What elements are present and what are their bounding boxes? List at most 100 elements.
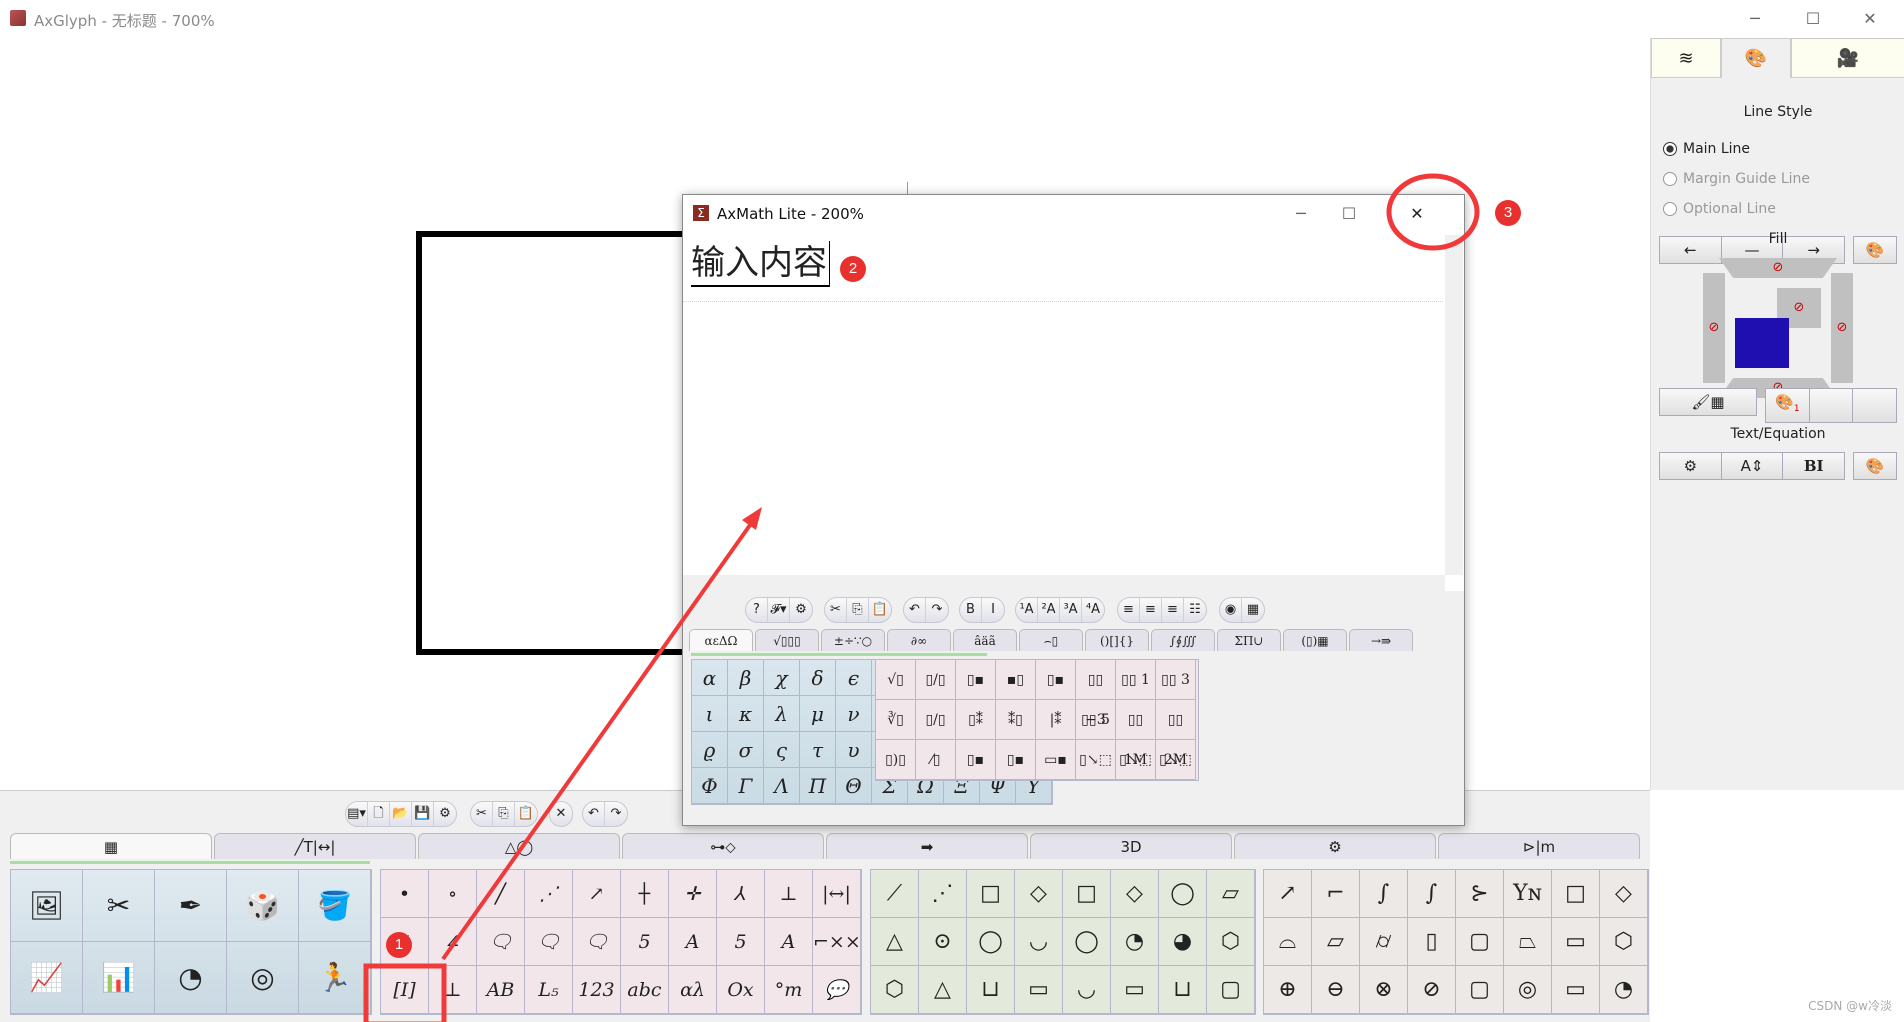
shapes1-item[interactable]: ◕ [1159,918,1207,966]
shapes2-item[interactable]: ⌐ [1312,870,1360,918]
marks-item[interactable]: ⅄ [717,870,765,918]
camera-icon[interactable]: 🎥 [1791,38,1904,78]
shapes1-item[interactable]: ▱ [1207,870,1255,918]
symbol-tab[interactable]: ⌢▯ [1019,629,1083,651]
radio-optional-line[interactable]: Optional Line [1663,201,1776,217]
greek-symbol[interactable]: Γ [728,768,764,804]
shapes1-item[interactable]: □ [1063,870,1111,918]
marks-item[interactable]: Ox [717,966,765,1014]
math-template[interactable]: √▯ [876,660,916,700]
marks-item[interactable]: AB [477,966,525,1014]
empty-slot[interactable] [1853,389,1896,422]
main-toolbar-button[interactable]: 📋 [515,802,537,826]
greek-symbol[interactable]: β [728,660,764,696]
symbol-tab[interactable]: ()[]{} [1085,629,1149,651]
bottom-tab[interactable]: ▦ [10,833,212,859]
marks-item[interactable]: • [381,870,429,918]
marks-item[interactable]: 123 [573,966,621,1014]
marks-item[interactable]: αλ [669,966,717,1014]
marks-item[interactable]: L₅ [525,966,573,1014]
toolbar-button[interactable]: ✂ [825,598,847,622]
math-template[interactable]: ▪▯ [996,660,1036,700]
fill-widget[interactable]: ⊘ ⊘ ⊘ ⊘ ⊘ [1703,258,1853,398]
marks-item[interactable]: ⌐×× [813,918,861,966]
dialog-minimize-button[interactable]: ─ [1281,201,1321,227]
toolbar-button[interactable]: ↶ [904,598,926,622]
tools-item[interactable]: 🎲 [227,870,299,942]
tools-item[interactable]: 📈 [11,942,83,1014]
vertical-scrollbar[interactable] [1445,235,1463,575]
math-template[interactable]: ▯▯ 5 [1076,700,1116,740]
marks-item[interactable]: 🗨 [477,918,525,966]
marks-item[interactable]: 💬 [813,966,861,1014]
marks-item[interactable]: |↔| [813,870,861,918]
main-toolbar-button[interactable]: 📂 [390,802,412,826]
math-template[interactable]: ▯▪ [996,740,1036,780]
shapes2-item[interactable]: ▭ [1552,918,1600,966]
marks-item[interactable]: abc [621,966,669,1014]
dialog-close-button[interactable]: ✕ [1397,201,1437,227]
minimize-button[interactable]: ─ [1735,6,1775,32]
symbol-tab[interactable]: αεΔΩ [689,629,753,651]
math-template[interactable]: ⁑▯ [996,700,1036,740]
greek-symbol[interactable]: σ [728,732,764,768]
toolbar-button[interactable]: ? [746,598,768,622]
fill-pattern-button[interactable]: 🖌▦ [1659,388,1757,416]
shapes2-item[interactable]: ▢ [1456,918,1504,966]
main-toolbar-button[interactable]: ✂ [471,802,493,826]
toolbar-button[interactable]: I [982,598,1004,622]
shapes1-item[interactable]: ▭ [1015,966,1063,1014]
main-toolbar-button[interactable]: ⎘ [493,802,515,826]
shapes1-item[interactable]: ⬡ [871,966,919,1014]
tools-item[interactable]: ✂ [83,870,155,942]
toolbar-button[interactable]: ≡ [1140,598,1162,622]
symbol-tab[interactable]: √▯▯▯ [755,629,819,651]
math-template[interactable]: ▯↘⬚ [1156,740,1196,780]
maximize-button[interactable]: ☐ [1793,6,1833,32]
shapes1-item[interactable]: ⋰ [919,870,967,918]
greek-symbol[interactable]: Θ [836,768,872,804]
greek-symbol[interactable]: Π [800,768,836,804]
greek-symbol[interactable]: Φ [692,768,728,804]
marks-item[interactable]: ∘ [429,870,477,918]
toolbar-button[interactable]: ³A [1060,598,1082,622]
greek-symbol[interactable]: δ [800,660,836,696]
bold-italic-button[interactable]: BI [1783,453,1844,479]
shapes1-item[interactable]: ▢ [1207,966,1255,1014]
math-template[interactable]: ▯▯ 1M [1116,700,1156,768]
shapes2-item[interactable]: ⊱ [1456,870,1504,918]
math-template[interactable]: |⁑ [1036,700,1076,740]
bottom-tab[interactable]: ╱T|↔| [214,833,416,859]
shapes1-item[interactable]: △ [919,966,967,1014]
radio-main-line[interactable]: Main Line [1663,141,1750,157]
shapes2-item[interactable]: ∫ [1360,870,1408,918]
symbol-tab[interactable]: âäã [953,629,1017,651]
dialog-maximize-button[interactable]: ☐ [1329,201,1369,227]
marks-item[interactable]: 🗨 [573,918,621,966]
shapes1-item[interactable]: □ [967,870,1015,918]
math-template[interactable]: ▯)▯ [876,740,916,780]
main-toolbar-button[interactable]: ↷ [605,802,627,826]
math-template[interactable]: ▭▪ [1036,740,1076,780]
main-toolbar-button[interactable]: 🗋 [368,802,390,826]
shapes1-item[interactable]: ▭ [1111,966,1159,1014]
fill-color-swatch[interactable] [1735,318,1789,368]
shapes2-item[interactable]: ⏢ [1504,918,1552,966]
shapes1-item[interactable]: ◇ [1111,870,1159,918]
marks-item[interactable]: A [765,918,813,966]
greek-symbol[interactable]: λ [764,696,800,732]
tools-item[interactable]: ◎ [227,942,299,1014]
marks-item[interactable]: 🗨 [525,918,573,966]
tools-item[interactable]: 🏃 [299,942,371,1014]
marks-item[interactable]: ⊥ [765,870,813,918]
math-template[interactable]: ▯▯ −3 [1076,660,1116,728]
tools-item[interactable]: 🪣 [299,870,371,942]
marks-item[interactable]: [I] [381,966,429,1014]
marks-item[interactable]: A [669,918,717,966]
math-template[interactable]: ▯⁑ [956,700,996,740]
shapes1-item[interactable]: △ [871,918,919,966]
math-template[interactable]: ▯/▯ [916,660,956,700]
toolbar-button[interactable]: ≡ [1162,598,1184,622]
toolbar-button[interactable]: ⚙ [790,598,812,622]
palette-icon[interactable]: 🎨1 [1766,389,1810,422]
